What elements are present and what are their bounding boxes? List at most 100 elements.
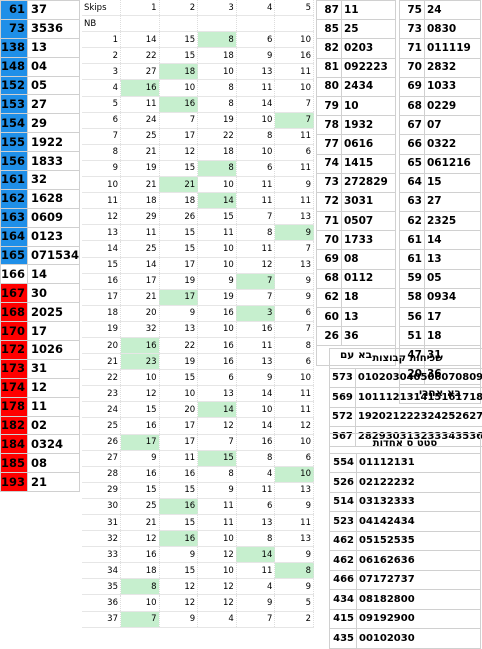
value-cell: 2832 <box>425 58 481 77</box>
row-number: 4 <box>82 80 121 96</box>
grid-cell: 15 <box>121 482 160 498</box>
grid-cell: 13 <box>159 321 198 337</box>
grid-cell: 11 <box>236 563 275 579</box>
table-row: 3779472 <box>82 611 314 627</box>
grid-cell: 11 <box>275 128 314 144</box>
table-row: 32121610813 <box>82 531 314 547</box>
grid-cell: 18 <box>198 144 237 160</box>
table-row: 14251510117 <box>82 241 314 257</box>
grid-cell: 20 <box>121 305 160 321</box>
list-item: 6707 <box>400 116 481 135</box>
list-item: 165071534 <box>1 246 80 265</box>
grid-cell: 11 <box>275 193 314 209</box>
grid-cell: 11 <box>236 193 275 209</box>
value-cell: 32 <box>28 171 80 190</box>
grid-cell: 7 <box>275 241 314 257</box>
grid-cell: 16 <box>121 337 160 353</box>
empty-cell <box>159 16 198 32</box>
empty-cell <box>275 16 314 32</box>
grid-cell: 14 <box>121 257 160 273</box>
grid-cell: 16 <box>236 434 275 450</box>
key-cell: 71 <box>317 212 342 231</box>
key-cell: 64 <box>400 173 425 192</box>
grid-cell: 12 <box>121 531 160 547</box>
value-cell: 071534 <box>28 246 80 265</box>
grid-header-row: Skips12345 <box>82 0 314 16</box>
table-row: 511168147 <box>82 96 314 112</box>
grid-cell: 9 <box>275 177 314 193</box>
empty-cell <box>236 16 275 32</box>
grid-cell: 22 <box>121 48 160 64</box>
header-label: Skips <box>82 0 121 16</box>
list-item: 1682025 <box>1 303 80 322</box>
grid-cell: 22 <box>198 128 237 144</box>
value-cell: 0934 <box>425 288 481 307</box>
key-cell: 62 <box>317 288 342 307</box>
number-cell: 155 <box>1 133 28 152</box>
table-row: 919158611 <box>82 160 314 176</box>
value-cell: 0609 <box>28 208 80 227</box>
list-item: 15327 <box>1 95 80 114</box>
count-cell: 523 <box>330 512 357 532</box>
value-cell: 272829 <box>342 173 396 192</box>
key-cell: 61 <box>400 250 425 269</box>
number-cell: 165 <box>1 246 28 265</box>
group-cell: 192021222324252627 <box>355 407 482 427</box>
grid-cell: 15 <box>198 209 237 225</box>
number-cell: 185 <box>1 454 28 473</box>
table-row: 279111586 <box>82 450 314 466</box>
table-row: 3025161169 <box>82 498 314 514</box>
number-cell: 138 <box>1 38 28 57</box>
table-row: 32718101311 <box>82 64 314 80</box>
grid-cell: 18 <box>159 193 198 209</box>
list-item: 18508 <box>1 454 80 473</box>
table-row: 43408182800 <box>330 590 481 610</box>
grid-cell: 27 <box>121 64 160 80</box>
grid-cell: 11 <box>198 225 237 241</box>
grid-cell: 3 <box>236 305 275 321</box>
table-row: 151417101213 <box>82 257 314 273</box>
value-cell: 0322 <box>425 135 481 154</box>
key-cell: 59 <box>400 269 425 288</box>
row-number: 9 <box>82 160 121 176</box>
value-cell: 11 <box>28 397 80 416</box>
row-number: 3 <box>82 64 121 80</box>
set-cell: 06162636 <box>357 551 481 571</box>
value-cell: 27 <box>425 192 481 211</box>
grid-cell: 13 <box>198 386 237 402</box>
grid-cell: 5 <box>275 595 314 611</box>
key-cell: 61 <box>400 231 425 250</box>
grid-cell: 12 <box>121 386 160 402</box>
grid-cell: 15 <box>159 241 198 257</box>
set-cell: 02122232 <box>357 473 481 493</box>
grid-cell: 13 <box>275 531 314 547</box>
count-cell: 466 <box>330 570 357 590</box>
value-cell: 14 <box>28 265 80 284</box>
grid-cell: 10 <box>198 563 237 579</box>
grid-cell: 13 <box>236 354 275 370</box>
grid-subheader-row: NB <box>82 16 314 32</box>
grid-cell: 23 <box>121 354 160 370</box>
grid-cell: 15 <box>159 482 198 498</box>
grid-cell: 12 <box>198 418 237 434</box>
grid-cell: 10 <box>236 402 275 418</box>
value-cell: 13 <box>342 308 396 327</box>
grid-cell: 19 <box>159 273 198 289</box>
list-item: 660322 <box>400 135 481 154</box>
grid-cell: 18 <box>198 48 237 64</box>
grid-cell: 8 <box>198 96 237 112</box>
count-cell: 554 <box>330 453 357 473</box>
grid-cell: 16 <box>275 48 314 64</box>
value-cell: 2025 <box>28 303 80 322</box>
grid-cell: 10 <box>159 80 198 96</box>
value-cell: 11 <box>342 1 396 20</box>
table-row: 52304142434 <box>330 512 481 532</box>
grid-cell: 8 <box>121 579 160 595</box>
row-number: 22 <box>82 370 121 386</box>
grid-cell: 6 <box>275 305 314 321</box>
grid-cell: 8 <box>198 160 237 176</box>
value-cell: 1733 <box>342 231 396 250</box>
row-number: 8 <box>82 144 121 160</box>
grid-cell: 8 <box>198 466 237 482</box>
value-cell: 0229 <box>425 96 481 115</box>
